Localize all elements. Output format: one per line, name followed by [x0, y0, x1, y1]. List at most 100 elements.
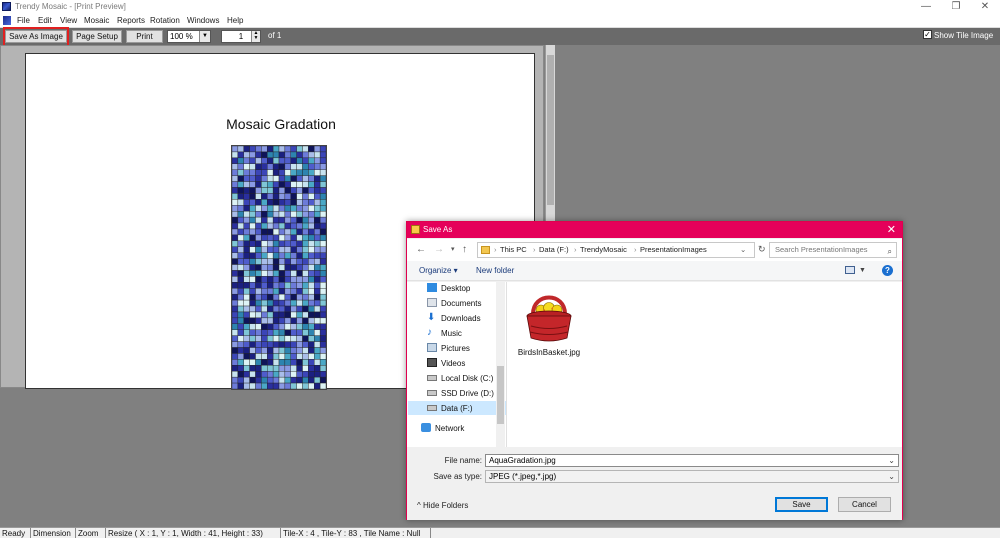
mosaic-tile: [290, 365, 297, 372]
nav-pane-scrollbar[interactable]: [496, 282, 505, 447]
mosaic-tile: [296, 181, 303, 188]
mosaic-tile: [284, 335, 291, 342]
dialog-close-button[interactable]: ✕: [887, 223, 896, 236]
chevron-down-icon[interactable]: ⌄: [740, 243, 746, 257]
search-input[interactable]: Search PresentationImages ⌕: [769, 242, 897, 258]
spinner-arrows-icon[interactable]: ▲ ▼: [251, 31, 260, 42]
mosaic-tile: [290, 181, 297, 188]
mosaic-tile: [255, 210, 262, 218]
mosaic-tile: [243, 163, 250, 170]
save-button[interactable]: Save: [775, 497, 828, 512]
mosaic-tile: [314, 193, 321, 200]
menu-help[interactable]: Help: [227, 16, 243, 25]
nav-item-desktop[interactable]: Desktop: [427, 282, 470, 296]
mosaic-tile: [290, 193, 297, 200]
forward-arrow-icon[interactable]: →: [434, 244, 444, 255]
save-as-type-select[interactable]: JPEG (*.jpeg,*.jpg) ⌄: [485, 470, 899, 483]
mosaic-tile: [314, 376, 321, 384]
chevron-down-icon[interactable]: ⌄: [888, 455, 895, 466]
nav-item-label: SSD Drive (D:): [441, 389, 494, 398]
chevron-down-icon[interactable]: ▼: [199, 31, 210, 42]
hide-folders-button[interactable]: ^ Hide Folders: [417, 501, 468, 510]
mosaic-tile: [243, 317, 250, 325]
show-tile-image-toggle[interactable]: ✓ Show Tile Image: [923, 30, 993, 40]
nav-item-local-disk-c[interactable]: Local Disk (C:): [427, 372, 493, 386]
drive-icon: [427, 404, 437, 411]
page-setup-button[interactable]: Page Setup: [72, 30, 122, 43]
back-arrow-icon[interactable]: ←: [416, 244, 426, 255]
menu-view[interactable]: View: [60, 16, 77, 25]
nav-item-pictures[interactable]: Pictures: [427, 342, 470, 356]
restore-button[interactable]: ❐: [942, 0, 970, 14]
menu-reports[interactable]: Reports: [117, 16, 145, 25]
mosaic-tile: [232, 234, 239, 242]
mosaic-tile: [302, 311, 309, 319]
nav-item-videos[interactable]: Videos: [427, 357, 465, 371]
help-icon[interactable]: ?: [882, 265, 893, 276]
mosaic-tile: [267, 329, 274, 336]
cancel-button[interactable]: Cancel: [838, 497, 891, 512]
mosaic-tile: [243, 216, 250, 224]
mosaic-tile: [290, 222, 297, 230]
up-arrow-icon[interactable]: ↑: [462, 244, 467, 255]
mosaic-tile: [319, 205, 326, 212]
scrollbar-thumb[interactable]: [497, 366, 504, 424]
mosaic-tile: [308, 216, 315, 224]
mosaic-tile: [261, 151, 268, 159]
close-button[interactable]: ✕: [971, 0, 999, 14]
mosaic-tile: [249, 359, 256, 366]
view-options-icon[interactable]: [845, 266, 855, 274]
menu-file[interactable]: File: [17, 16, 30, 25]
mosaic-tile: [284, 347, 291, 354]
new-folder-button[interactable]: New folder: [476, 266, 514, 275]
mosaic-tile: [243, 311, 250, 319]
mosaic-tile: [302, 329, 309, 336]
crumb-trendymosaic[interactable]: TrendyMosaic: [580, 243, 627, 257]
mosaic-tile: [272, 187, 280, 194]
mosaic-tile: [243, 382, 250, 389]
mosaic-tile: [272, 293, 280, 301]
nav-item-music[interactable]: ♪ Music: [427, 327, 462, 341]
downloads-icon: ⬇: [427, 312, 436, 324]
menu-rotation[interactable]: Rotation: [150, 16, 180, 25]
nav-item-label: Local Disk (C:): [441, 374, 494, 383]
menu-windows[interactable]: Windows: [187, 16, 219, 25]
zoom-select[interactable]: 100 % ▼: [167, 30, 211, 43]
mosaic-tile: [278, 228, 286, 236]
crumb-data-f[interactable]: Data (F:): [539, 243, 569, 257]
crumb-presentationimages[interactable]: PresentationImages: [640, 243, 707, 257]
mosaic-tile: [267, 376, 274, 384]
nav-item-label: Downloads: [441, 314, 481, 323]
menu-mosaic[interactable]: Mosaic: [84, 16, 109, 25]
nav-item-data-f[interactable]: Data (F:): [427, 402, 473, 416]
breadcrumb[interactable]: › This PC › Data (F:) › TrendyMosaic › P…: [477, 242, 755, 258]
menu-edit[interactable]: Edit: [38, 16, 52, 25]
minimize-button[interactable]: —: [912, 0, 940, 14]
command-bar: Organize ▾ New folder ▼ ?: [407, 261, 902, 281]
mosaic-tile: [296, 216, 303, 224]
mosaic-tile: [232, 288, 239, 295]
file-name-input[interactable]: AquaGradation.jpg ⌄: [485, 454, 899, 467]
organize-button[interactable]: Organize ▾: [419, 266, 458, 275]
show-tile-checkbox[interactable]: ✓: [923, 30, 932, 40]
refresh-icon[interactable]: ↻: [758, 244, 766, 255]
mosaic-tile: [237, 151, 244, 159]
mosaic-tile: [237, 329, 244, 336]
chevron-down-icon[interactable]: ⌄: [888, 471, 895, 482]
nav-item-documents[interactable]: Documents: [427, 297, 481, 311]
nav-item-ssd-drive-d[interactable]: SSD Drive (D:): [427, 387, 494, 401]
print-button[interactable]: Print: [126, 30, 163, 43]
mosaic-tile: [290, 169, 297, 176]
scrollbar-thumb[interactable]: [547, 55, 554, 205]
mosaic-tile: [314, 175, 321, 182]
mosaic-tile: [314, 146, 321, 153]
crumb-this-pc[interactable]: This PC: [500, 243, 527, 257]
page-number-spinner[interactable]: 1 ▲ ▼: [221, 30, 261, 43]
mosaic-tile: [290, 323, 297, 330]
view-chevron-icon[interactable]: ▼: [859, 267, 866, 274]
nav-item-network[interactable]: Network: [421, 422, 464, 436]
mosaic-tile: [255, 288, 262, 295]
mosaic-tile: [319, 146, 326, 153]
recent-chevron-icon[interactable]: ▾: [451, 245, 455, 253]
nav-item-downloads[interactable]: ⬇ Downloads: [427, 312, 481, 326]
